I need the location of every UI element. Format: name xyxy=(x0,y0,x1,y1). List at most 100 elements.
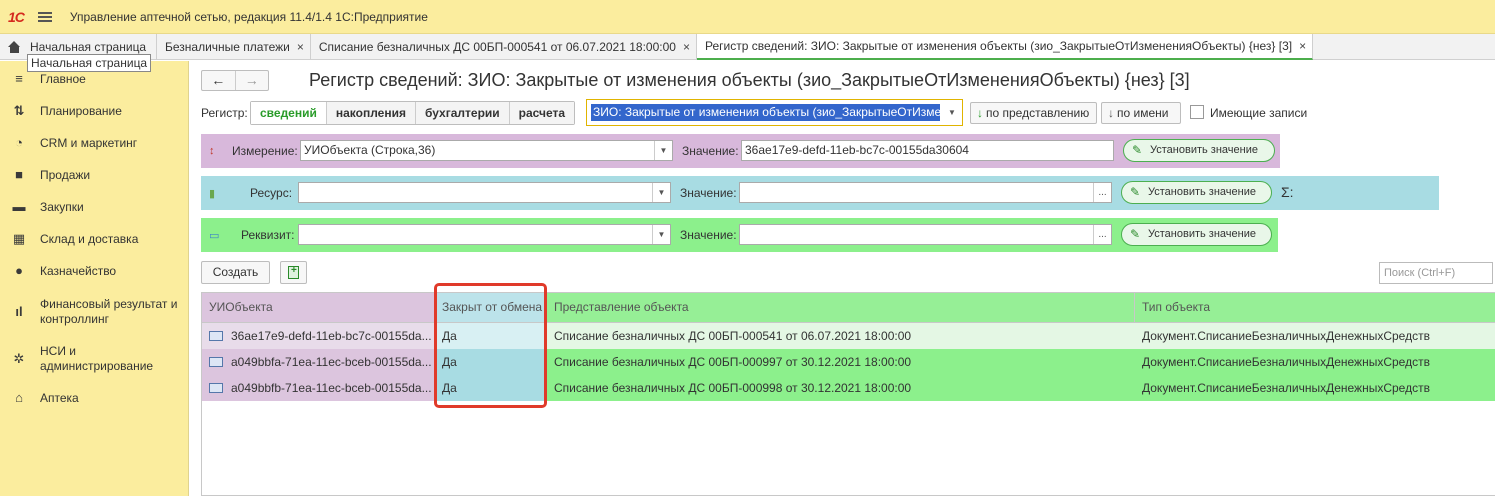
register-type-accounting[interactable]: бухгалтерии xyxy=(415,102,510,124)
close-icon[interactable]: × xyxy=(297,40,304,54)
gear-icon: ✲ xyxy=(13,351,25,366)
table-cell: Документ.СписаниеБезналичныхДенежныхСред… xyxy=(1135,375,1495,401)
tab-label: Регистр сведений: ЗИО: Закрытые от измен… xyxy=(704,39,1293,53)
requisite-value-input[interactable]: ... xyxy=(739,224,1112,245)
requisite-value-label: Значение: xyxy=(680,228,737,242)
button-label: Установить значение xyxy=(1148,186,1256,198)
highlight-frame xyxy=(434,283,547,408)
chevron-down-icon[interactable]: ▼ xyxy=(652,183,670,202)
tab-noncash-payments[interactable]: Безналичные платежи × xyxy=(157,34,311,60)
app-logo[interactable]: 1С xyxy=(8,9,25,25)
cart-icon: ▬ xyxy=(12,199,26,214)
sidebar-item-warehouse[interactable]: ▦ Склад и доставка xyxy=(0,231,189,247)
column-header-representation[interactable]: Представление объекта xyxy=(547,293,1135,322)
back-button[interactable]: ← xyxy=(202,71,235,90)
forward-button[interactable]: → xyxy=(234,71,269,90)
page-title: Регистр сведений: ЗИО: Закрытые от измен… xyxy=(309,70,1190,90)
table-cell: Документ.СписаниеБезналичныхДенежныхСред… xyxy=(1135,349,1495,375)
sort-by-representation-button[interactable]: ↓ по представлению xyxy=(970,102,1097,124)
record-icon xyxy=(209,331,223,341)
sidebar-item-label: Финансовый результат и контроллинг xyxy=(40,297,178,326)
dimension-icon: ↕ xyxy=(209,145,215,157)
record-icon xyxy=(209,357,223,367)
cell-text: a049bbfa-71ea-11ec-bceb-00155da... xyxy=(231,355,432,369)
home-icon xyxy=(8,41,21,53)
sidebar-item-pharmacy[interactable]: ⌂ Аптека xyxy=(0,390,189,406)
register-select[interactable]: ЗИО: Закрытые от изменения объекты (зио_… xyxy=(586,99,963,126)
requisite-filter-band: ▭ Реквизит: ▼ Значение: ... ✎ Установить… xyxy=(201,218,1278,252)
close-icon[interactable]: × xyxy=(683,40,690,54)
sidebar-item-finance[interactable]: ıl Финансовый результат и контроллинг xyxy=(0,296,189,328)
create-button[interactable]: Создать xyxy=(201,261,270,284)
sort-by-name-button[interactable]: ↓ по имени xyxy=(1101,102,1181,124)
pencil-icon: ✎ xyxy=(1130,185,1141,199)
resource-select[interactable]: ▼ xyxy=(298,182,671,203)
sidebar-item-label: Казначейство xyxy=(40,263,117,278)
planning-icon: ⇅ xyxy=(13,103,25,118)
pharmacy-icon: ⌂ xyxy=(15,390,23,405)
sidebar-item-label: CRM и маркетинг xyxy=(40,135,138,150)
pencil-icon: ✎ xyxy=(1132,143,1143,157)
table-row[interactable]: 36ae17e9-defd-11eb-bc7c-00155da... Да Сп… xyxy=(202,323,1495,349)
register-type-accumulation[interactable]: накопления xyxy=(326,102,416,124)
bag-icon: ■ xyxy=(15,167,23,182)
resource-value-label: Значение: xyxy=(680,186,737,200)
dimension-value-input[interactable]: 36ae17e9-defd-11eb-bc7c-00155da30604 xyxy=(741,140,1114,161)
cell-text: a049bbfb-71ea-11ec-bceb-00155da... xyxy=(231,381,432,395)
requisite-label: Реквизит: xyxy=(241,228,295,242)
column-header-uid[interactable]: УИОбъекта xyxy=(202,293,435,322)
has-records-checkbox[interactable] xyxy=(1190,105,1204,119)
tab-writeoff-document[interactable]: Списание безналичных ДС 00БП-000541 от 0… xyxy=(311,34,697,60)
sidebar-item-planning[interactable]: ⇅ Планирование xyxy=(0,103,189,119)
button-label: по имени xyxy=(1117,106,1169,120)
more-icon[interactable]: ... xyxy=(1093,183,1111,202)
dimension-select[interactable]: УИОбъекта (Строка,36) ▼ xyxy=(300,140,673,161)
sidebar-item-label: НСИ и администрирование xyxy=(40,344,154,373)
copy-button[interactable] xyxy=(280,261,307,284)
table-row[interactable]: a049bbfb-71ea-11ec-bceb-00155da... Да Сп… xyxy=(202,375,1495,401)
tab-register[interactable]: Регистр сведений: ЗИО: Закрытые от измен… xyxy=(696,34,1314,60)
records-table: УИОбъекта Закрыт от обмена Представление… xyxy=(201,292,1495,496)
sidebar-item-label: Закупки xyxy=(40,199,84,214)
set-dimension-value-button[interactable]: ✎ Установить значение xyxy=(1123,139,1275,162)
sidebar-item-sales[interactable]: ■ Продажи xyxy=(0,167,189,183)
app-title: Управление аптечной сетью, редакция 11.4… xyxy=(69,9,428,24)
set-requisite-value-button[interactable]: ✎ Установить значение xyxy=(1121,223,1272,246)
treasury-icon: ● xyxy=(15,263,23,278)
table-row[interactable]: a049bbfa-71ea-11ec-bceb-00155da... Да Сп… xyxy=(202,349,1495,375)
sidebar-item-crm[interactable]: ◔ CRM и маркетинг xyxy=(0,135,189,151)
button-label: Установить значение xyxy=(1148,228,1256,240)
register-type-calculation[interactable]: расчета xyxy=(509,102,575,124)
sidebar-item-label: Склад и доставка xyxy=(40,231,139,246)
dimension-value-label: Значение: xyxy=(682,144,739,158)
table-cell: Списание безналичных ДС 00БП-000541 от 0… xyxy=(547,323,1135,349)
requisite-select[interactable]: ▼ xyxy=(298,224,671,245)
table-cell: a049bbfa-71ea-11ec-bceb-00155da... xyxy=(202,349,435,375)
sidebar: ≡ Главное ⇅ Планирование ◔ CRM и маркети… xyxy=(0,61,189,496)
resource-value-input[interactable]: ... xyxy=(739,182,1112,203)
sidebar-item-treasury[interactable]: ● Казначейство xyxy=(0,263,189,279)
set-resource-value-button[interactable]: ✎ Установить значение xyxy=(1121,181,1272,204)
menu-icon: ≡ xyxy=(15,71,23,86)
sidebar-item-label: Планирование xyxy=(40,103,122,118)
search-input[interactable]: Поиск (Ctrl+F) xyxy=(1379,262,1493,284)
copy-icon xyxy=(288,265,299,279)
register-type-info[interactable]: сведений xyxy=(251,102,327,124)
sidebar-item-admin[interactable]: ✲ НСИ и администрирование xyxy=(0,343,189,375)
table-header: УИОбъекта Закрыт от обмена Представление… xyxy=(202,293,1495,323)
sigma-icon: Σ: xyxy=(1281,184,1294,200)
sidebar-item-label: Продажи xyxy=(40,167,91,182)
more-icon[interactable]: ... xyxy=(1093,225,1111,244)
sidebar-item-purchases[interactable]: ▬ Закупки xyxy=(0,199,189,215)
chevron-down-icon[interactable]: ▼ xyxy=(652,225,670,244)
sidebar-item-main[interactable]: ≡ Главное xyxy=(0,71,189,87)
title-bar: 1С Управление аптечной сетью, редакция 1… xyxy=(0,0,1495,34)
chevron-down-icon[interactable]: ▼ xyxy=(654,141,672,160)
close-icon[interactable]: × xyxy=(1299,39,1306,53)
main-menu-icon[interactable] xyxy=(37,11,52,22)
tab-label: Безналичные платежи xyxy=(165,40,290,54)
table-cell: Списание безналичных ДС 00БП-000997 от 3… xyxy=(547,349,1135,375)
chevron-down-icon[interactable]: ▼ xyxy=(942,100,962,125)
resource-label: Ресурс: xyxy=(250,186,293,200)
column-header-type[interactable]: Тип объекта xyxy=(1135,293,1495,322)
